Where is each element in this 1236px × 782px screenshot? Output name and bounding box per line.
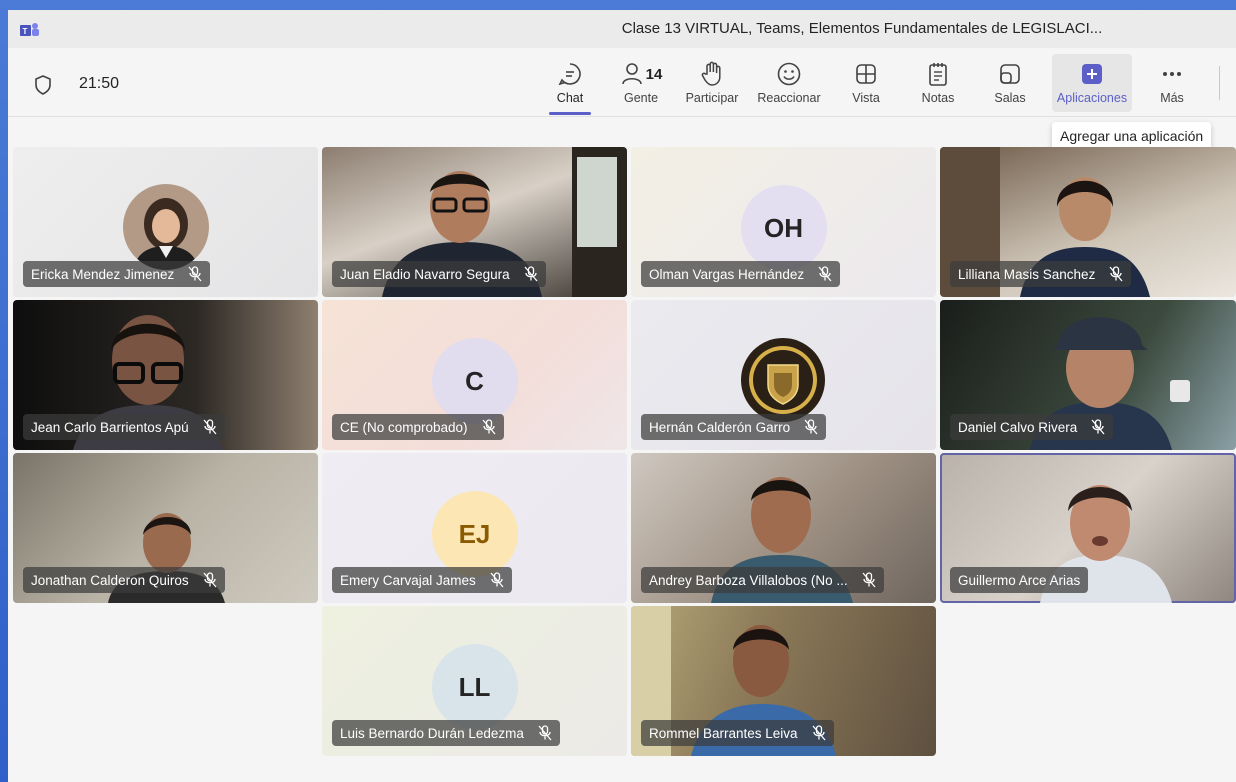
participant-tile[interactable]: Juan Eladio Navarro Segura (322, 147, 627, 297)
add-app-icon (1082, 64, 1102, 84)
muted-mic-icon (524, 266, 538, 282)
participant-tile[interactable]: Ericka Mendez Jimenez (13, 147, 318, 297)
apps-tooltip: Agregar una aplicación (1052, 122, 1212, 150)
notes-icon (929, 63, 947, 86)
grid-view-icon (856, 64, 876, 84)
breakout-rooms-button[interactable]: Salas (975, 60, 1045, 105)
participant-tile[interactable]: Andrey Barboza Villalobos (No ... (631, 453, 936, 603)
teams-meeting-window: T Clase 13 VIRTUAL, Teams, Elementos Fun… (8, 10, 1236, 782)
avatar-initials: OH (740, 185, 827, 271)
muted-mic-icon (203, 419, 217, 435)
participant-tile[interactable]: Daniel Calvo Rivera (940, 300, 1236, 450)
participant-tile[interactable]: LL Luis Bernardo Durán Ledezma (322, 606, 627, 756)
muted-mic-icon (1109, 266, 1123, 282)
people-button[interactable]: 14 Gente (606, 60, 676, 105)
muted-mic-icon (482, 419, 496, 435)
participant-name-tag: CE (No comprobado) (332, 414, 504, 440)
title-bar: T Clase 13 VIRTUAL, Teams, Elementos Fun… (8, 10, 1236, 48)
apps-label: Aplicaciones (1056, 91, 1128, 105)
participant-name: Juan Eladio Navarro Segura (340, 266, 510, 282)
participant-name-tag: Rommel Barrantes Leiva (641, 720, 834, 746)
participant-name: Olman Vargas Hernández (649, 266, 805, 282)
participant-name: Ericka Mendez Jimenez (31, 266, 175, 282)
participant-tile[interactable]: Hernán Calderón Garro (631, 300, 936, 450)
react-label: Reaccionar (757, 91, 821, 105)
muted-mic-icon (1091, 419, 1105, 435)
muted-mic-icon (490, 572, 504, 588)
participant-name: Luis Bernardo Durán Ledezma (340, 725, 524, 741)
apps-button[interactable]: Aplicaciones (1052, 54, 1132, 112)
participant-tile[interactable]: OH Olman Vargas Hernández (631, 147, 936, 297)
participant-name: Lilliana Masis Sanchez (958, 266, 1096, 282)
people-label: Gente (623, 91, 659, 105)
meeting-toolbar: 21:50 Chat 14 Gente Participar Reacciona… (8, 48, 1236, 117)
participant-name-tag: Andrey Barboza Villalobos (No ... (641, 567, 884, 593)
participant-name-tag: Jonathan Calderon Quiros (23, 567, 225, 593)
muted-mic-icon (804, 419, 818, 435)
more-label: Más (1160, 91, 1184, 105)
participant-name-tag: Hernán Calderón Garro (641, 414, 827, 440)
muted-mic-icon (818, 266, 832, 282)
participant-name: Jonathan Calderon Quiros (31, 572, 189, 588)
participant-name: Hernán Calderón Garro (649, 419, 791, 435)
participant-name-tag: Ericka Mendez Jimenez (23, 261, 211, 287)
participant-name: Jean Carlo Barrientos Apú (31, 419, 189, 435)
view-label: Vista (852, 91, 880, 105)
avatar-initials: EJ (431, 491, 518, 577)
muted-mic-icon (862, 572, 876, 588)
participant-name-tag: Jean Carlo Barrientos Apú (23, 414, 225, 440)
muted-mic-icon (538, 725, 552, 741)
participant-name: Daniel Calvo Rivera (958, 419, 1078, 435)
participant-name-tag: Luis Bernardo Durán Ledezma (332, 720, 560, 746)
toolbar-divider (1219, 66, 1220, 100)
avatar-initials: C (431, 338, 518, 424)
participant-name: Guillermo Arce Arias (958, 572, 1081, 588)
react-button[interactable]: Reaccionar (754, 60, 824, 105)
participant-name: Rommel Barrantes Leiva (649, 725, 798, 741)
participant-name-tag: Lilliana Masis Sanchez (950, 261, 1132, 287)
participant-tile[interactable]: Rommel Barrantes Leiva (631, 606, 936, 756)
avatar (123, 184, 209, 270)
rooms-label: Salas (994, 91, 1026, 105)
participant-name-tag: Guillermo Arce Arias (950, 567, 1089, 593)
participant-name-tag: Emery Carvajal James (332, 567, 512, 593)
raise-hand-button[interactable]: Participar (677, 60, 747, 105)
view-button[interactable]: Vista (831, 60, 901, 105)
participant-tile[interactable]: Lilliana Masis Sanchez (940, 147, 1236, 297)
notes-button[interactable]: Notas (903, 60, 973, 105)
smiley-icon (777, 62, 801, 86)
chat-button[interactable]: Chat (535, 60, 605, 115)
participant-tile[interactable]: Jonathan Calderon Quiros (13, 453, 318, 603)
people-icon (621, 63, 642, 85)
participant-name: CE (No comprobado) (340, 419, 468, 435)
organization-seal-icon (741, 338, 825, 422)
participant-tile[interactable]: C CE (No comprobado) (322, 300, 627, 450)
more-button[interactable]: Más (1137, 60, 1207, 105)
muted-mic-icon (188, 266, 202, 282)
notes-label: Notas (921, 91, 955, 105)
hand-icon (701, 61, 721, 86)
chat-label: Chat (556, 91, 584, 105)
muted-mic-icon (812, 725, 826, 741)
participant-name-tag: Daniel Calvo Rivera (950, 414, 1114, 440)
participant-name-tag: Olman Vargas Hernández (641, 261, 841, 287)
shield-icon (35, 75, 51, 95)
meeting-title: Clase 13 VIRTUAL, Teams, Elementos Funda… (621, 20, 1103, 37)
meeting-timer: 21:50 (79, 75, 120, 92)
raise-hand-label: Participar (685, 91, 739, 105)
people-count: 14 (645, 65, 663, 83)
participant-name-tag: Juan Eladio Navarro Segura (332, 261, 546, 287)
participant-name: Emery Carvajal James (340, 572, 476, 588)
participant-name: Andrey Barboza Villalobos (No ... (649, 572, 848, 588)
participant-tile[interactable]: Jean Carlo Barrientos Apú (13, 300, 318, 450)
rooms-icon (1000, 64, 1020, 84)
muted-mic-icon (203, 572, 217, 588)
participant-tile[interactable]: EJ Emery Carvajal James (322, 453, 627, 603)
participant-tile-speaking[interactable]: Guillermo Arce Arias (940, 453, 1236, 603)
avatar-initials: LL (431, 644, 518, 730)
more-icon (1163, 72, 1181, 76)
chat-icon (558, 63, 581, 86)
